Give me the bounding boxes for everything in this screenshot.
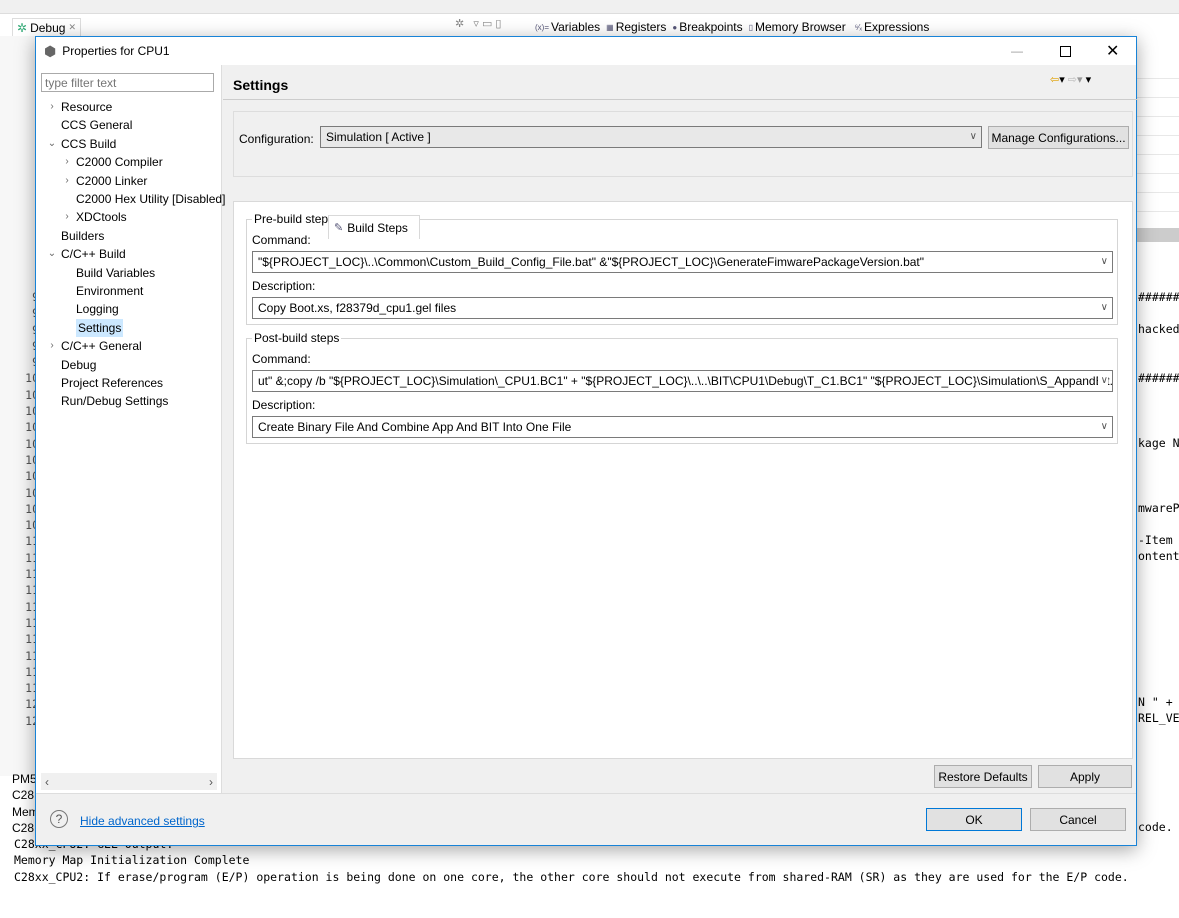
forward-icon: ⇨ [1067, 74, 1078, 86]
tree-item-environment[interactable]: Environment [76, 282, 143, 300]
code-fragment: -Item [1138, 533, 1173, 547]
code-fragment: REL_VE [1138, 711, 1179, 726]
tree-hscrollbar[interactable]: ‹ › [41, 773, 217, 790]
post-description-label: Description: [252, 398, 316, 412]
tree-item-build-variables[interactable]: Build Variables [76, 264, 155, 282]
tab-registers[interactable]: ▦ Registers [606, 18, 666, 36]
filter-input[interactable] [41, 73, 214, 92]
tree-item-ccs-general[interactable]: CCS General [61, 116, 132, 134]
pre-description-label: Description: [252, 279, 316, 293]
title-separator [223, 99, 1137, 100]
property-tree: Resource›CCS GeneralCCS Build⌄C2000 Comp… [36, 65, 225, 795]
pre-build-command[interactable]: "${PROJECT_LOC}\..\Common\Custom_Build_C… [252, 251, 1113, 273]
post-build-description[interactable]: Create Binary File And Combine App And B… [252, 416, 1113, 438]
tree-item-project-references[interactable]: Project References [61, 374, 163, 392]
tree-item-xdctools[interactable]: XDCtools [76, 208, 127, 226]
minimize-button[interactable]: — [1011, 44, 1023, 58]
scroll-left-icon[interactable]: ‹ [45, 775, 49, 789]
tab-breakpoints[interactable]: ● Breakpoints [672, 18, 742, 36]
debug-icon: ✲ [17, 20, 28, 35]
configuration-label: Configuration: [239, 132, 314, 146]
tab-memory-browser[interactable]: ▯ Memory Browser [749, 18, 846, 36]
tree-item-c2000-linker[interactable]: C2000 Linker [76, 172, 147, 190]
tab-build-steps[interactable]: ✎ Build Steps [328, 215, 420, 239]
pre-build-title: Pre-build steps [252, 212, 337, 226]
history-nav[interactable]: ⇦▾ ⇨▾ ▾ [1050, 73, 1091, 86]
code-fragment: hacked [1138, 322, 1179, 337]
right-scrollbar[interactable] [1137, 228, 1179, 242]
code-fragment: N " + [1138, 695, 1173, 709]
configuration-group: Configuration: Simulation [ Active ] ∨ Ma… [233, 111, 1133, 177]
tree-item-c2000-hex-utility-disabled[interactable]: C2000 Hex Utility [Disabled] [76, 190, 225, 208]
post-build-group: Post-build steps Command: ut" &;copy /b … [246, 331, 1118, 444]
view-tab-icon: ▯ [748, 22, 754, 32]
debug-view-controls: ✲ ▿ ▭ ▯ [455, 18, 502, 30]
code-fragment: ###### [1138, 290, 1179, 304]
tree-item-settings[interactable]: Settings [76, 318, 124, 337]
console-line: C28xx_CPU2: If erase/program (E/P) opera… [14, 869, 1129, 884]
properties-dialog: ⬢ Properties for CPU1 — ✕ Resource›CCS G… [35, 36, 1137, 846]
code-fragment: mwareP [1138, 500, 1179, 515]
post-build-command[interactable]: ut" &;copy /b "${PROJECT_LOC}\Simulation… [252, 370, 1113, 392]
tree-item-builders[interactable]: Builders [61, 227, 104, 245]
tree-item-c-c-general[interactable]: C/C++ General [61, 337, 142, 355]
chevron-right-icon[interactable]: › [46, 98, 58, 116]
chevron-down-icon: ∨ [1097, 298, 1108, 318]
chevron-down-icon[interactable]: ⌄ [46, 245, 58, 263]
pre-build-description[interactable]: Copy Boot.xs, f28379d_cpu1.gel files ∨ [252, 297, 1113, 319]
code-fragment: kage N [1138, 435, 1179, 450]
toolbar [0, 0, 1179, 14]
chevron-down-icon: ∨ [966, 127, 977, 147]
chevron-right-icon[interactable]: › [61, 153, 73, 171]
dialog-titlebar[interactable]: ⬢ Properties for CPU1 — ✕ [36, 37, 1136, 65]
app-icon: ⬢ [44, 42, 57, 59]
tab-expressions[interactable]: ⁶⁄ₓ Expressions [851, 18, 933, 36]
cancel-button[interactable]: Cancel [1030, 808, 1126, 831]
back-icon: ⇦ [1050, 74, 1060, 86]
right-view-rows [1137, 60, 1179, 240]
close-button[interactable]: ✕ [1106, 41, 1119, 61]
configuration-select[interactable]: Simulation [ Active ] ∨ [320, 126, 982, 148]
chevron-down-icon: ∨ [1097, 417, 1108, 437]
tree-item-c-c-build[interactable]: C/C++ Build [61, 245, 126, 263]
view-tab-icon: ● [672, 22, 678, 32]
tree-item-c2000-compiler[interactable]: C2000 Compiler [76, 153, 163, 171]
scroll-right-icon[interactable]: › [209, 775, 213, 789]
view-tab-icon: ⁶⁄ₓ [854, 22, 862, 32]
hide-advanced-settings-link[interactable]: Hide advanced settings [80, 814, 205, 828]
console-right-fragment: code. [1138, 820, 1173, 834]
maximize-button[interactable] [1060, 45, 1071, 57]
chevron-right-icon[interactable]: › [61, 172, 73, 190]
apply-button[interactable]: Apply [1038, 765, 1132, 788]
post-command-label: Command: [252, 352, 311, 366]
tab-debug[interactable]: ✲ Debug ✕ [12, 18, 81, 36]
chevron-right-icon[interactable]: › [46, 337, 58, 355]
ok-button[interactable]: OK [926, 808, 1022, 831]
manage-configurations-button[interactable]: Manage Configurations... [988, 126, 1129, 149]
help-icon[interactable]: ? [50, 810, 68, 828]
post-build-title: Post-build steps [252, 331, 342, 345]
code-fragment: ###### [1138, 371, 1179, 385]
tree-item-ccs-build[interactable]: CCS Build [61, 135, 116, 153]
tree-item-run-debug-settings[interactable]: Run/Debug Settings [61, 392, 168, 410]
tree-item-resource[interactable]: Resource [61, 98, 112, 116]
tree-item-debug[interactable]: Debug [61, 356, 96, 374]
pre-command-label: Command: [252, 233, 311, 247]
restore-defaults-button[interactable]: Restore Defaults [934, 765, 1032, 788]
tab-variables[interactable]: (x)= Variables [535, 18, 600, 36]
code-fragment: ontent [1138, 549, 1179, 564]
chevron-right-icon[interactable]: › [61, 208, 73, 226]
dialog-title: Properties for CPU1 [62, 44, 170, 58]
console-line: Memory Map Initialization Complete [14, 853, 250, 868]
view-tab-icon: ▦ [606, 22, 614, 32]
chevron-down-icon: ∨ [1097, 252, 1108, 272]
build-steps-icon: ✎ [334, 222, 344, 234]
page-title: Settings [233, 77, 289, 93]
view-tab-icon: (x)= [535, 22, 549, 32]
close-icon[interactable]: ✕ [68, 22, 76, 33]
tree-item-logging[interactable]: Logging [76, 300, 119, 318]
view-tabs: (x)= Variables ▦ Registers ● Breakpoints ▯ Memo… [535, 18, 933, 36]
chevron-down-icon[interactable]: ⌄ [46, 135, 58, 153]
chevron-down-icon: ∨ [1097, 371, 1108, 391]
